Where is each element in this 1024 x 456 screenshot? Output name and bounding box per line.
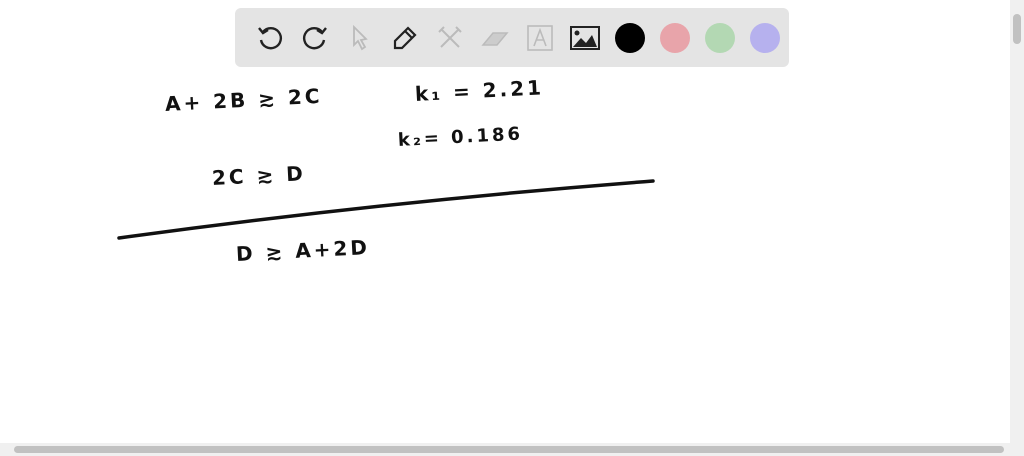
rate-constant-2: k₂= 0.186 xyxy=(397,123,524,151)
redo-icon xyxy=(302,26,327,49)
image-button[interactable] xyxy=(562,15,607,60)
vertical-scroll-thumb[interactable] xyxy=(1013,14,1021,44)
undo-button[interactable] xyxy=(247,15,292,60)
tools-icon xyxy=(437,25,462,48)
reaction-1: A+ 2B ≳ 2C xyxy=(164,83,324,116)
whiteboard-canvas[interactable]: A+ 2B ≳ 2C k₁ = 2.21 2C ≳ D k₂= 0.186 D … xyxy=(0,70,1010,443)
pen-icon xyxy=(393,25,417,49)
drawing-toolbar xyxy=(235,8,789,67)
pen-button[interactable] xyxy=(382,15,427,60)
color-purple[interactable] xyxy=(742,15,787,60)
reaction-2: 2C ≳ D xyxy=(211,161,307,190)
color-black[interactable] xyxy=(607,15,652,60)
image-icon xyxy=(569,25,600,50)
select-button[interactable] xyxy=(337,15,382,60)
color-swatch-green xyxy=(704,22,735,53)
overall-reaction: D ≳ A+2D xyxy=(235,235,371,266)
undo-icon xyxy=(257,26,282,49)
redo-button[interactable] xyxy=(292,15,337,60)
horizontal-scrollbar[interactable] xyxy=(0,443,1024,456)
color-swatch-pink xyxy=(659,22,690,53)
eraser-icon xyxy=(480,31,509,46)
rate-constant-1: k₁ = 2.21 xyxy=(414,75,545,106)
color-swatch-black xyxy=(614,22,645,53)
text-icon xyxy=(526,24,553,51)
color-green[interactable] xyxy=(697,15,742,60)
tools-button[interactable] xyxy=(427,15,472,60)
select-icon xyxy=(352,24,368,50)
horizontal-scroll-thumb[interactable] xyxy=(14,446,1004,453)
color-pink[interactable] xyxy=(652,15,697,60)
text-button[interactable] xyxy=(517,15,562,60)
vertical-scrollbar[interactable] xyxy=(1010,0,1024,443)
color-swatch-purple xyxy=(749,22,780,53)
eraser-button[interactable] xyxy=(472,15,517,60)
